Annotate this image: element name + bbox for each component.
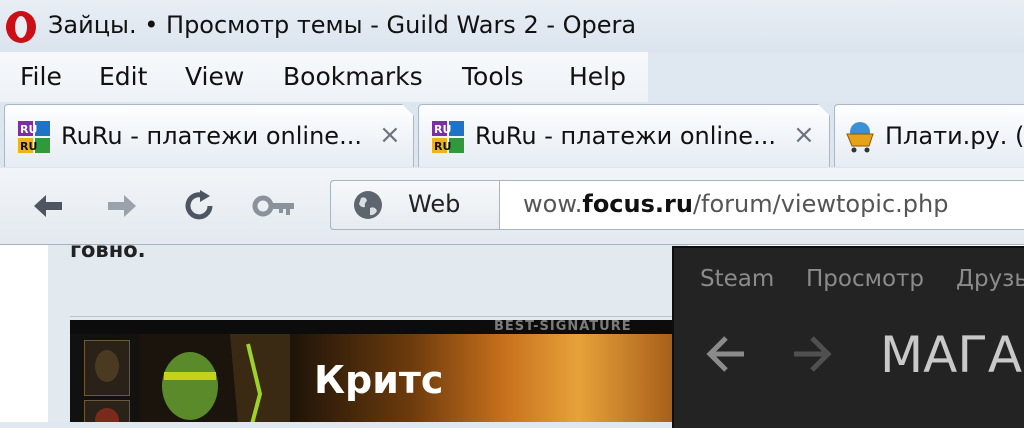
menu-file[interactable]: File (20, 62, 62, 91)
tab-label: RuRu - платежи online... (61, 122, 362, 150)
reload-icon[interactable] (180, 186, 220, 226)
signature-watermark: BEST-SIGNATURE (494, 320, 632, 334)
tab-label: Плати.ру. ( (885, 122, 1024, 150)
svg-text:RU: RU (20, 140, 37, 153)
menu-edit[interactable]: Edit (99, 62, 147, 91)
steam-back-arrow-icon[interactable] (700, 330, 748, 378)
forward-arrow-icon[interactable] (102, 186, 142, 226)
tab-ruru-1[interactable]: RU RU RuRu - платежи online... × (4, 104, 414, 167)
steam-menu-steam[interactable]: Steam (700, 266, 774, 292)
steam-forward-arrow-icon[interactable] (790, 330, 838, 378)
orc-portrait-icon (140, 334, 290, 422)
globe-icon (354, 191, 382, 219)
svg-text:RU: RU (20, 123, 37, 136)
search-engine-label: Web (408, 190, 461, 218)
tab-ruru-2[interactable]: RU RU RuRu - платежи online... × (418, 104, 830, 167)
signature-banner: BEST-SIGNATURE Критс (70, 320, 690, 422)
tab-label: RuRu - платежи online... (475, 122, 776, 150)
opera-logo-icon[interactable] (4, 10, 38, 44)
svg-text:RU: RU (434, 140, 451, 153)
window-title: Зайцы. • Просмотр темы - Guild Wars 2 - … (48, 11, 637, 39)
ruru-icon: RU RU (432, 121, 464, 153)
steam-menu-view[interactable]: Просмотр (806, 266, 924, 292)
svg-text:RU: RU (434, 123, 451, 136)
url-text[interactable]: wow.focus.ru/forum/viewtopic.php (523, 190, 948, 218)
steam-menu-friends[interactable]: Друзь (956, 266, 1024, 292)
url-domain: focus.ru (582, 190, 693, 218)
post-text: говно. (70, 238, 146, 262)
ruru-icon: RU RU (18, 121, 50, 153)
menu-tools[interactable]: Tools (462, 62, 524, 91)
avatar-icon (84, 400, 130, 422)
tab-corner (818, 104, 830, 116)
steam-page-title: МАГА (880, 326, 1023, 384)
shopping-cart-icon (846, 122, 874, 153)
signature-divider (70, 316, 680, 317)
tab-plati[interactable]: Плати.ру. ( (834, 104, 1024, 167)
tab-corner (402, 104, 414, 116)
menu-bookmarks[interactable]: Bookmarks (283, 62, 423, 91)
key-icon[interactable] (252, 186, 298, 226)
avatar-icon (84, 340, 130, 396)
tab-close-button[interactable]: × (793, 122, 815, 148)
signature-name: Критс (314, 358, 444, 402)
url-prefix: wow. (523, 190, 583, 218)
menu-view[interactable]: View (185, 62, 244, 91)
menu-help[interactable]: Help (569, 62, 626, 91)
url-path: /forum/viewtopic.php (692, 190, 949, 218)
tab-close-button[interactable]: × (379, 122, 401, 148)
back-arrow-icon[interactable] (28, 186, 68, 226)
